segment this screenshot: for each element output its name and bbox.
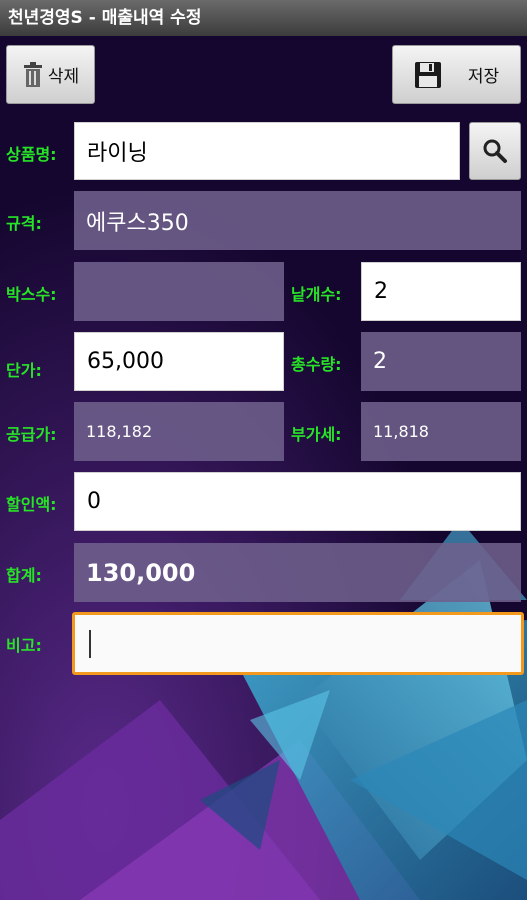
spec-value: 에쿠스350 — [86, 210, 189, 236]
discount-value: 0 — [87, 489, 101, 514]
spec-field: 에쿠스350 — [74, 191, 521, 250]
supply-price-label: 공급가: — [6, 425, 57, 444]
product-name-field[interactable]: 라이닝 — [74, 122, 460, 180]
discount-field[interactable]: 0 — [74, 472, 521, 531]
total-label: 합계: — [6, 566, 42, 585]
total-field: 130,000 — [74, 543, 521, 602]
text-cursor — [89, 629, 91, 658]
unit-price-field[interactable]: 65,000 — [74, 332, 284, 391]
piece-count-field[interactable]: 2 — [361, 262, 521, 321]
piece-count-label: 낱개수: — [291, 285, 342, 304]
save-button-label: 저장 — [467, 67, 500, 87]
total-qty-field: 2 — [361, 332, 521, 391]
supply-price-field: 118,182 — [74, 402, 284, 461]
product-name-value: 라이닝 — [87, 141, 148, 166]
delete-button-label: 삭제 — [47, 67, 80, 87]
trash-icon — [23, 61, 42, 87]
search-button[interactable] — [469, 122, 521, 180]
box-count-label: 박스수: — [6, 285, 57, 304]
window-title: 천년경영S - 매출내역 수정 — [0, 0, 527, 36]
total-qty-value: 2 — [373, 349, 387, 374]
vat-field: 11,818 — [361, 402, 521, 461]
supply-price-value: 118,182 — [86, 422, 153, 441]
spec-label: 규격: — [6, 214, 42, 233]
search-icon — [483, 139, 507, 163]
save-button[interactable]: 저장 — [392, 45, 521, 104]
memo-input[interactable] — [72, 612, 524, 675]
floppy-disk-icon — [414, 61, 441, 88]
unit-price-label: 단가: — [6, 361, 42, 380]
vat-value: 11,818 — [373, 422, 429, 441]
discount-label: 할인액: — [6, 495, 57, 514]
total-value: 130,000 — [86, 558, 196, 587]
delete-button[interactable]: 삭제 — [6, 45, 95, 104]
unit-price-value: 65,000 — [87, 349, 164, 374]
piece-count-value: 2 — [374, 279, 388, 304]
vat-label: 부가세: — [291, 425, 342, 444]
memo-label: 비고: — [6, 636, 42, 655]
box-count-field — [74, 262, 284, 321]
product-name-label: 상품명: — [6, 145, 57, 164]
total-qty-label: 총수량: — [291, 355, 342, 374]
